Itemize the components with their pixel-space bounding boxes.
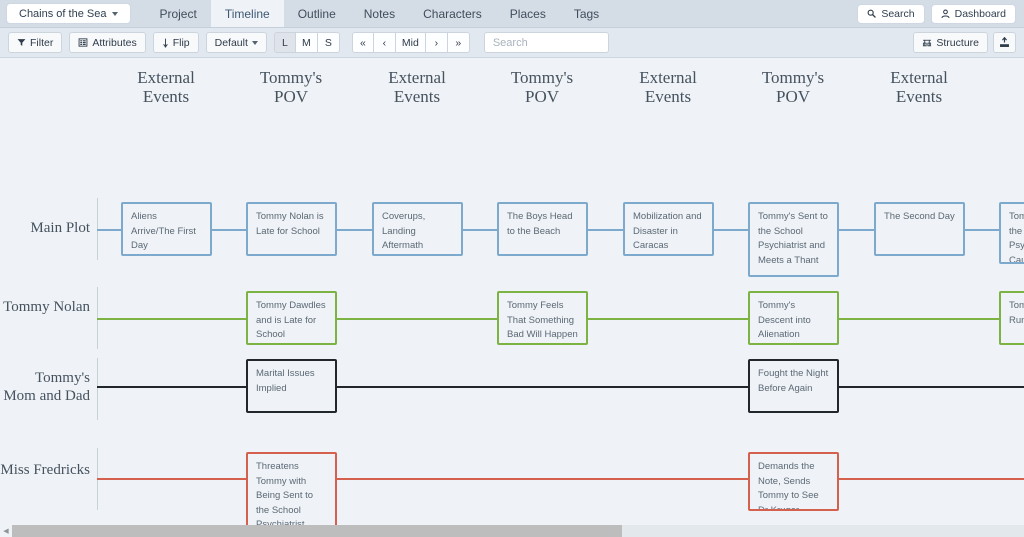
timeline-card[interactable]: The Second Day — [874, 202, 965, 256]
timeline-plot-line — [97, 386, 1024, 388]
timeline-card[interactable]: Tommy Feels That Something Bad Will Happ… — [497, 291, 588, 345]
dashboard-button[interactable]: Dashboard — [930, 3, 1016, 24]
scrollbar-thumb[interactable] — [12, 525, 622, 537]
search-icon — [867, 9, 877, 18]
dashboard-button-label: Dashboard — [954, 7, 1006, 20]
nav-tab-characters[interactable]: Characters — [409, 0, 496, 27]
attributes-list-icon — [78, 38, 88, 47]
pager-group: «‹ Mid ›» — [351, 32, 470, 53]
timeline-card[interactable]: Threatens Tommy with Being Sent to the S… — [246, 452, 337, 527]
next-page-button[interactable]: › — [425, 32, 448, 53]
filter-button-label: Filter — [30, 36, 54, 49]
timeline-column-header[interactable]: External Events — [347, 68, 487, 106]
filter-icon — [17, 38, 26, 47]
flip-button-label: Flip — [172, 36, 190, 49]
top-bar-actions: Search Dashboard — [857, 0, 1024, 27]
main-nav-tabs: Project Timeline Outline Notes Characters Pla… — [145, 0, 613, 27]
nav-tab-outline[interactable]: Outline — [284, 0, 350, 27]
attributes-button-label: Attributes — [92, 36, 137, 49]
timeline-card[interactable]: Fought the Night Before Again — [748, 359, 839, 413]
timeline-column-header[interactable]: Tommy's POV — [221, 68, 361, 106]
timeline-toolbar: Filter Attributes Flip Default LMS «‹ Mid… — [0, 28, 1024, 58]
row-divider — [97, 358, 98, 420]
nav-tab-notes[interactable]: Notes — [350, 0, 409, 27]
timeline-card[interactable]: Marital Issues Implied — [246, 359, 337, 413]
card-size-l-button[interactable]: L — [273, 32, 296, 53]
nav-tab-project[interactable]: Project — [145, 0, 210, 27]
view-preset-select[interactable]: Default — [205, 32, 267, 53]
export-icon — [999, 37, 1010, 48]
timeline-card[interactable]: Tommy Makes a Run for It — [999, 291, 1024, 345]
arrow-down-icon — [162, 38, 169, 48]
card-size-m-button[interactable]: M — [295, 32, 318, 53]
timeline-column-header[interactable]: To — [1000, 68, 1024, 87]
timeline-plot-line — [97, 478, 1024, 480]
timeline-column-header[interactable]: Tommy's POV — [723, 68, 863, 106]
timeline-row-label[interactable]: Miss Fredricks — [0, 461, 90, 479]
nav-tab-places[interactable]: Places — [496, 0, 560, 27]
nav-tab-tags[interactable]: Tags — [560, 0, 613, 27]
card-size-s-button[interactable]: S — [317, 32, 340, 53]
timeline-card[interactable]: Tommy Dawdles and is Late for School — [246, 291, 337, 345]
timeline-column-header[interactable]: External Events — [96, 68, 236, 106]
flip-button[interactable]: Flip — [152, 32, 199, 53]
scroll-left-arrow[interactable]: ◀ — [0, 525, 12, 537]
chevron-down-icon — [251, 40, 258, 45]
horizontal-scrollbar[interactable]: ◀ — [0, 525, 1024, 537]
timeline-row-label[interactable]: Main Plot — [0, 219, 90, 237]
timeline-row-label[interactable]: Tommy Nolan — [0, 298, 90, 316]
timeline-card[interactable]: Tommy Nolan is Late for School — [246, 202, 337, 256]
timeline-row-label[interactable]: Tommy's Mom and Dad — [0, 369, 90, 405]
search-button[interactable]: Search — [857, 3, 925, 24]
scrollbar-track[interactable] — [12, 525, 1024, 537]
timeline-column-header[interactable]: Tommy's POV — [472, 68, 612, 106]
top-navigation-bar: Chains of the Sea Project Timeline Outline… — [0, 0, 1024, 28]
timeline-card[interactable]: Tommy's Sent to the School Psychiatrist,… — [999, 202, 1024, 264]
structure-icon — [922, 38, 932, 47]
mid-page-button[interactable]: Mid — [395, 32, 426, 53]
timeline-canvas[interactable]: External Events Tommy's POV External Event… — [0, 58, 1024, 537]
search-input[interactable] — [483, 32, 609, 53]
timeline-column-header[interactable]: External Events — [849, 68, 989, 106]
export-button[interactable] — [993, 32, 1016, 53]
view-preset-label: Default — [214, 36, 248, 49]
project-name-label: Chains of the Sea — [19, 7, 107, 20]
last-page-button[interactable]: » — [447, 32, 470, 53]
attributes-button[interactable]: Attributes — [69, 32, 146, 53]
toolbar-right-actions: Structure — [913, 32, 1016, 53]
chevron-down-icon — [112, 11, 119, 16]
timeline-card[interactable]: Tommy's Sent to the School Psychiatrist … — [748, 202, 839, 277]
card-size-group: LMS — [273, 32, 340, 53]
structure-button[interactable]: Structure — [913, 32, 988, 53]
timeline-column-header[interactable]: External Events — [598, 68, 738, 106]
timeline-card[interactable]: The Boys Head to the Beach — [497, 202, 588, 256]
timeline-card[interactable]: Tommy's Descent into Alienation — [748, 291, 839, 345]
previous-page-button[interactable]: ‹ — [373, 32, 396, 53]
structure-button-label: Structure — [936, 36, 979, 49]
timeline-card[interactable]: Mobilization and Disaster in Caracas — [623, 202, 714, 256]
timeline-card[interactable]: Aliens Arrive/The First Day — [121, 202, 212, 256]
search-button-label: Search — [881, 7, 915, 20]
nav-tab-timeline[interactable]: Timeline — [210, 0, 284, 27]
timeline-card[interactable]: Coverups, Landing Aftermath — [372, 202, 463, 256]
first-page-button[interactable]: « — [351, 32, 374, 53]
user-icon — [941, 9, 950, 19]
project-selector[interactable]: Chains of the Sea — [6, 3, 132, 24]
timeline-card[interactable]: Demands the Note, Sends Tommy to See Dr … — [748, 452, 839, 511]
filter-button[interactable]: Filter — [8, 32, 63, 53]
